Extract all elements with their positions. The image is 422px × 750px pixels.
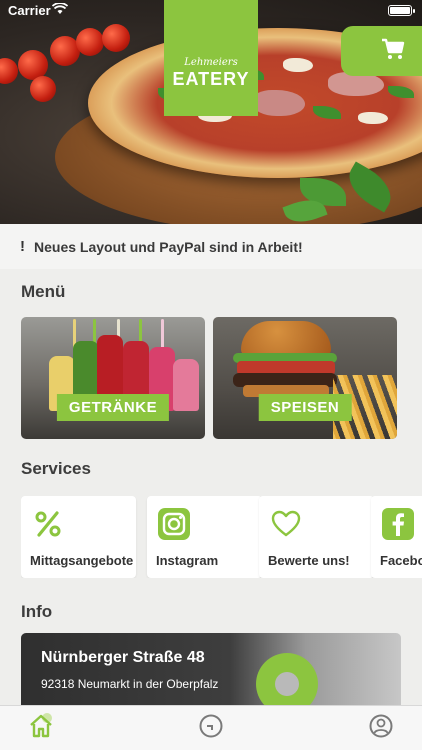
tab-home[interactable] (27, 712, 55, 744)
service-label: Bewerte uns! (268, 553, 350, 568)
services-carousel[interactable]: Mittagsangebote Instagram Bewerte uns! F… (21, 496, 422, 578)
heart-icon (269, 507, 303, 541)
service-card-instagram[interactable]: Instagram (147, 496, 262, 578)
tomato-decoration (0, 58, 18, 84)
brand-name: EATERY (172, 69, 250, 89)
notice-banner: ! Neues Layout und PayPal sind in Arbeit… (0, 224, 422, 269)
menu-card-drinks-label: GETRÄNKE (56, 394, 170, 421)
cheese-topping (283, 58, 313, 72)
cheese-topping (358, 112, 388, 124)
tomato-decoration (76, 28, 104, 56)
home-icon (28, 712, 54, 744)
instagram-icon (157, 507, 191, 541)
notice-text: Neues Layout und PayPal sind in Arbeit! (34, 238, 303, 255)
menu-card-food[interactable]: SPEISEN (213, 317, 397, 439)
cart-button[interactable] (341, 26, 422, 76)
cart-icon (381, 38, 405, 65)
info-section-title: Info (21, 602, 53, 621)
brand-logo: Lehmeiers EATERY (164, 0, 258, 116)
arugula-topping (388, 86, 414, 98)
exclamation-icon: ! (20, 238, 25, 255)
brand-script: Lehmeiers (184, 57, 238, 68)
service-label: Mittagsangebote (30, 553, 134, 568)
tab-bar (0, 705, 422, 750)
service-label: Instagram (156, 553, 219, 568)
burger-bun (241, 321, 331, 355)
percent-icon (31, 507, 65, 541)
profile-icon (368, 713, 394, 744)
battery-icon (388, 5, 415, 16)
address-street: Nürnberger Straße 48 (41, 649, 205, 666)
service-label: Facebook (380, 553, 422, 568)
history-icon (198, 713, 224, 744)
juice-bottle (173, 359, 199, 411)
service-card-lunch-deals[interactable]: Mittagsangebote (21, 496, 136, 578)
tab-history[interactable] (197, 714, 225, 742)
facebook-icon (381, 507, 415, 541)
menu-card-drinks[interactable]: GETRÄNKE (21, 317, 205, 439)
tomato-decoration (102, 24, 130, 52)
menu-card-food-label: SPEISEN (258, 394, 352, 421)
map-pin-icon (256, 653, 318, 713)
service-card-rate-us[interactable]: Bewerte uns! (259, 496, 374, 578)
service-card-facebook[interactable]: Facebook (371, 496, 422, 578)
address-city: 92318 Neumarkt in der Oberpfalz (41, 677, 219, 691)
ham-topping (253, 90, 305, 116)
tomato-decoration (30, 76, 56, 102)
location-card[interactable]: Nürnberger Straße 48 92318 Neumarkt in d… (21, 633, 401, 713)
services-section-title: Services (21, 459, 91, 478)
menu-section-title: Menü (21, 282, 66, 301)
arugula-topping (313, 106, 341, 119)
tab-profile[interactable] (367, 714, 395, 742)
